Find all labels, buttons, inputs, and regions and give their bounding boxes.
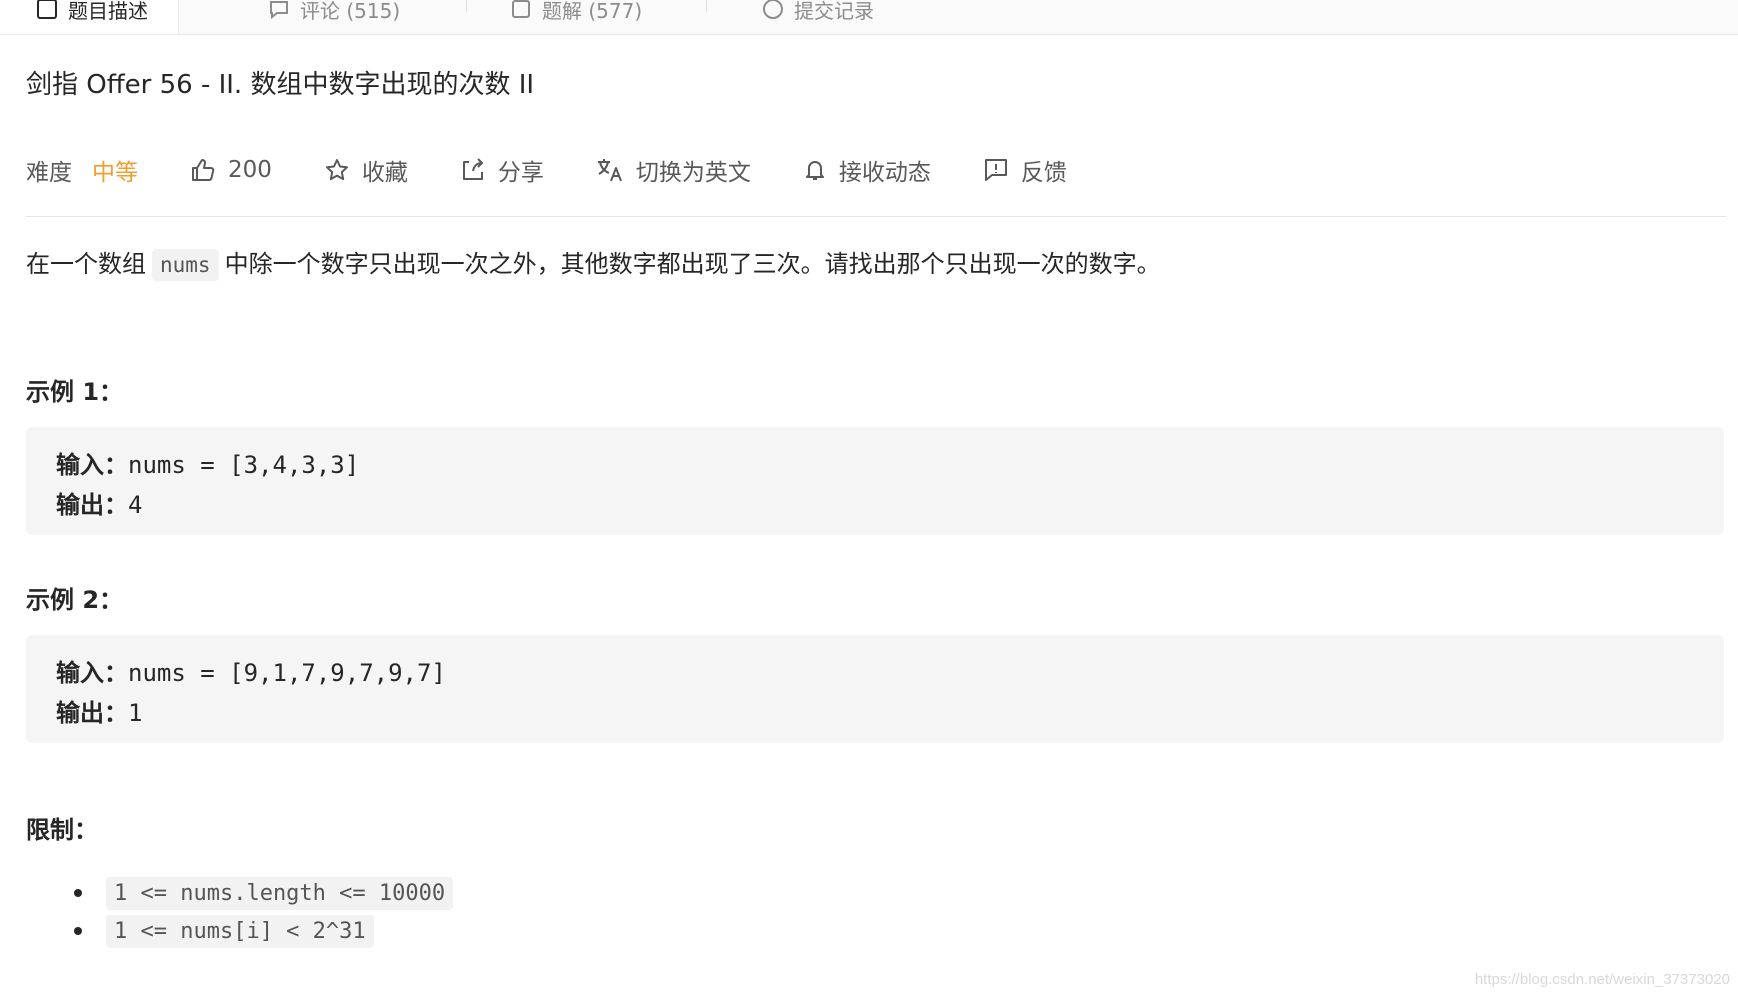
input-label: 输入： bbox=[56, 451, 128, 479]
problem-meta-bar: 难度 中等 200 收藏 分享 切换为英文 接收动态 反馈 bbox=[26, 150, 1119, 190]
subscribe-button[interactable]: 接收动态 bbox=[803, 153, 931, 187]
limits-title: 限制： bbox=[26, 816, 98, 844]
input-label: 输入： bbox=[56, 659, 128, 687]
divider bbox=[26, 216, 1726, 217]
difficulty-label: 难度 bbox=[26, 160, 72, 186]
output-label: 输出： bbox=[56, 699, 128, 727]
favorite-button[interactable]: 收藏 bbox=[324, 153, 408, 187]
solution-icon bbox=[512, 0, 530, 18]
favorite-label: 收藏 bbox=[361, 160, 408, 186]
example-1-block: 输入：nums = [3,4,3,3] 输出：4 bbox=[26, 427, 1724, 535]
description-text: 中除一个数字只出现一次之外，其他数字都出现了三次。请找出那个只出现一次的数字。 bbox=[224, 250, 1161, 278]
tab-label: 提交记录 bbox=[794, 0, 874, 23]
feedback-button[interactable]: 反馈 bbox=[983, 153, 1067, 187]
tab-label: 评论 (515) bbox=[300, 0, 401, 23]
example-input: nums = [9,1,7,9,7,9,7] bbox=[128, 659, 446, 687]
list-item: 1 <= nums[i] < 2^31 bbox=[26, 912, 453, 950]
thumbs-up-icon bbox=[192, 159, 215, 181]
bullet bbox=[74, 889, 82, 897]
like-button[interactable]: 200 bbox=[190, 157, 272, 183]
problem-description: 在一个数组 nums 中除一个数字只出现一次之外，其他数字都出现了三次。请找出那个只… bbox=[26, 242, 1161, 287]
inline-code: 1 <= nums.length <= 10000 bbox=[106, 876, 454, 910]
tab-comments[interactable]: 评论 (515) bbox=[268, 0, 400, 34]
switch-language-button[interactable]: 切换为英文 bbox=[596, 153, 751, 187]
tab-solutions[interactable]: 题解 (577) bbox=[510, 0, 642, 34]
share-button[interactable]: 分享 bbox=[460, 153, 544, 187]
tab-submissions[interactable]: 提交记录 bbox=[762, 0, 874, 34]
share-label: 分享 bbox=[497, 160, 544, 186]
share-icon bbox=[462, 158, 483, 180]
comment-icon bbox=[270, 1, 288, 20]
star-icon bbox=[325, 159, 348, 181]
example-2-title: 示例 2： bbox=[26, 586, 124, 614]
example-output: 4 bbox=[128, 491, 143, 519]
translate-icon bbox=[597, 159, 622, 182]
bell-icon bbox=[805, 161, 824, 180]
description-icon bbox=[37, 0, 57, 19]
tab-label: 题解 (577) bbox=[542, 0, 643, 23]
tab-separator bbox=[466, 0, 467, 12]
tab-bar: 题目描述 评论 (515) 题解 (577) 提交记录 bbox=[0, 0, 1738, 35]
list-item: 1 <= nums.length <= 10000 bbox=[26, 874, 454, 912]
history-icon bbox=[763, 0, 783, 19]
problem-title: 剑指 Offer 56 - II. 数组中数字出现的次数 II bbox=[26, 70, 535, 100]
tab-separator bbox=[706, 0, 707, 12]
watermark: https://blog.csdn.net/weixin_37373020 bbox=[1474, 971, 1730, 988]
bullet bbox=[74, 927, 82, 935]
description-text: 在一个数组 bbox=[26, 250, 146, 278]
output-label: 输出： bbox=[56, 491, 128, 519]
example-output: 1 bbox=[128, 699, 143, 727]
example-input: nums = [3,4,3,3] bbox=[128, 451, 360, 479]
feedback-icon bbox=[984, 159, 1007, 181]
difficulty-value: 中等 bbox=[92, 160, 138, 186]
difficulty: 难度 中等 bbox=[26, 153, 138, 187]
feedback-label: 反馈 bbox=[1020, 160, 1067, 186]
inline-code: 1 <= nums[i] < 2^31 bbox=[106, 914, 374, 948]
subscribe-label: 接收动态 bbox=[838, 160, 931, 186]
limits-list: 1 <= nums.length <= 10000 1 <= nums[i] <… bbox=[26, 874, 454, 950]
switch-language-label: 切换为英文 bbox=[635, 160, 751, 186]
tab-label: 题目描述 bbox=[68, 0, 148, 23]
example-1-title: 示例 1： bbox=[26, 378, 124, 406]
example-2-block: 输入：nums = [9,1,7,9,7,9,7] 输出：1 bbox=[26, 635, 1724, 743]
like-count: 200 bbox=[228, 157, 272, 183]
tab-description[interactable]: 题目描述 bbox=[0, 0, 179, 34]
inline-code: nums bbox=[152, 249, 219, 281]
